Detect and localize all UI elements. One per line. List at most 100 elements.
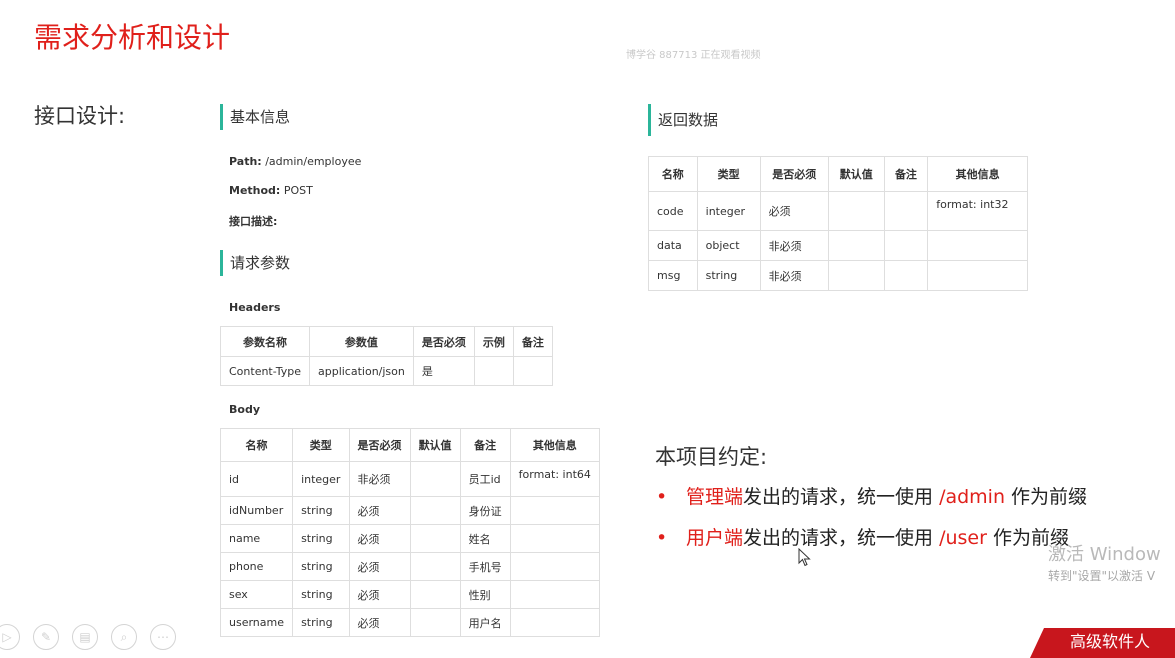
- convention-text: 发出的请求，统一使用: [743, 527, 940, 549]
- convention-item-admin: • 管理端发出的请求，统一使用 /admin 作为前缀: [656, 482, 1087, 509]
- table-cell: [409, 608, 461, 637]
- slide-title: 需求分析和设计: [34, 21, 231, 54]
- body-col-remark: 备注: [459, 428, 511, 462]
- table-cell: 必须: [348, 496, 411, 525]
- table-cell: string: [292, 580, 350, 609]
- response-col-type: 类型: [696, 156, 761, 192]
- table-cell: 非必须: [348, 461, 411, 497]
- table-cell: data: [648, 230, 698, 261]
- table-cell: 性别: [459, 580, 511, 609]
- table-cell: 手机号: [459, 552, 511, 581]
- table-row: sex string 必须 性别: [219, 580, 601, 609]
- headers-col-required: 是否必须: [412, 326, 475, 357]
- table-cell: [883, 191, 929, 231]
- table-cell: sex: [219, 580, 294, 609]
- convention-highlight: 管理端: [686, 486, 744, 508]
- pen-icon[interactable]: ✎: [33, 624, 59, 650]
- table-cell: [827, 260, 885, 291]
- table-cell: 必须: [348, 580, 411, 609]
- body-table: 名称 类型 是否必须 默认值 备注 其他信息 id integer 非必须 员工…: [219, 428, 601, 637]
- response-col-remark: 备注: [883, 156, 929, 192]
- headers-col-remark: 备注: [512, 326, 553, 357]
- response-col-required: 是否必须: [759, 156, 829, 192]
- method-label: Method:: [229, 184, 281, 197]
- headers-col-name: 参数名称: [220, 326, 310, 357]
- bullet-dot: •: [656, 486, 668, 508]
- table-cell: format: int32: [927, 191, 1028, 231]
- zoom-icon[interactable]: ⌕: [111, 624, 137, 650]
- table-cell: integer: [696, 191, 761, 231]
- pages-icon[interactable]: ▤: [72, 624, 98, 650]
- table-row: idNumber string 必须 身份证: [219, 496, 601, 525]
- table-row: data object 非必须: [648, 230, 1028, 261]
- table-cell: [509, 496, 601, 525]
- response-col-default: 默认值: [827, 156, 885, 192]
- table-cell: [409, 496, 461, 525]
- table-cell: 必须: [348, 608, 411, 637]
- table-row: msg string 非必须: [648, 260, 1028, 291]
- table-cell: [883, 230, 929, 261]
- table-cell: [409, 580, 461, 609]
- table-row: username string 必须 用户名: [219, 608, 601, 637]
- body-col-default: 默认值: [409, 428, 461, 462]
- response-col-name: 名称: [648, 156, 698, 192]
- table-cell: [409, 524, 461, 553]
- response-table: 名称 类型 是否必须 默认值 备注 其他信息 code integer 必须 f…: [648, 156, 1028, 291]
- table-cell: id: [219, 461, 294, 497]
- request-params-heading: 请求参数: [220, 250, 290, 276]
- body-label: Body: [229, 403, 260, 416]
- table-cell: 必须: [348, 552, 411, 581]
- table-cell: [509, 524, 601, 553]
- brand-corner-banner: 高级软件人: [1030, 628, 1175, 658]
- convention-path: /admin: [939, 486, 1005, 508]
- table-row: id integer 非必须 员工id format: int64: [219, 461, 601, 497]
- table-cell: [827, 230, 885, 261]
- table-cell: 姓名: [459, 524, 511, 553]
- convention-text: 发出的请求，统一使用: [743, 486, 940, 508]
- convention-path: /user: [939, 527, 987, 549]
- table-cell: [927, 230, 1028, 261]
- table-cell: msg: [648, 260, 698, 291]
- table-cell: 是: [412, 356, 475, 386]
- body-col-required: 是否必须: [348, 428, 411, 462]
- windows-activation-title: 激活 Window: [1048, 544, 1161, 565]
- table-cell: 身份证: [459, 496, 511, 525]
- table-cell: 非必须: [759, 230, 829, 261]
- table-cell: object: [696, 230, 761, 261]
- table-cell: 非必须: [759, 260, 829, 291]
- body-col-other: 其他信息: [509, 428, 601, 462]
- windows-activation-subtitle: 转到"设置"以激活 V: [1048, 569, 1156, 583]
- table-cell: string: [696, 260, 761, 291]
- table-cell: string: [292, 496, 350, 525]
- table-cell: application/json: [308, 356, 414, 386]
- basic-info-heading: 基本信息: [220, 104, 290, 130]
- description-label: 接口描述:: [229, 215, 278, 228]
- path-label: Path:: [229, 155, 262, 168]
- table-cell: [827, 191, 885, 231]
- table-cell: [883, 260, 929, 291]
- more-icon[interactable]: ⋯: [150, 624, 176, 650]
- table-cell: string: [292, 608, 350, 637]
- table-cell: [409, 461, 461, 497]
- table-cell: code: [648, 191, 698, 231]
- table-cell: integer: [292, 461, 350, 497]
- table-cell: [409, 552, 461, 581]
- headers-label: Headers: [229, 301, 281, 314]
- convention-item-user: • 用户端发出的请求，统一使用 /user 作为前缀: [656, 523, 1069, 550]
- table-cell: 必须: [759, 191, 829, 231]
- table-cell: 员工id: [459, 461, 511, 497]
- table-cell: [473, 356, 514, 386]
- table-row: phone string 必须 手机号: [219, 552, 601, 581]
- table-cell: 用户名: [459, 608, 511, 637]
- method-value: POST: [283, 184, 313, 197]
- headers-col-example: 示例: [473, 326, 514, 357]
- path-value: /admin/employee: [265, 155, 362, 168]
- table-row: code integer 必须 format: int32: [648, 191, 1028, 231]
- table-cell: idNumber: [219, 496, 294, 525]
- table-cell: [509, 580, 601, 609]
- convention-text-end: 作为前缀: [1005, 486, 1088, 508]
- play-icon[interactable]: ▷: [0, 624, 20, 650]
- table-row: Content-Type application/json 是: [220, 356, 553, 386]
- convention-title: 本项目约定:: [655, 445, 768, 469]
- table-row: name string 必须 姓名: [219, 524, 601, 553]
